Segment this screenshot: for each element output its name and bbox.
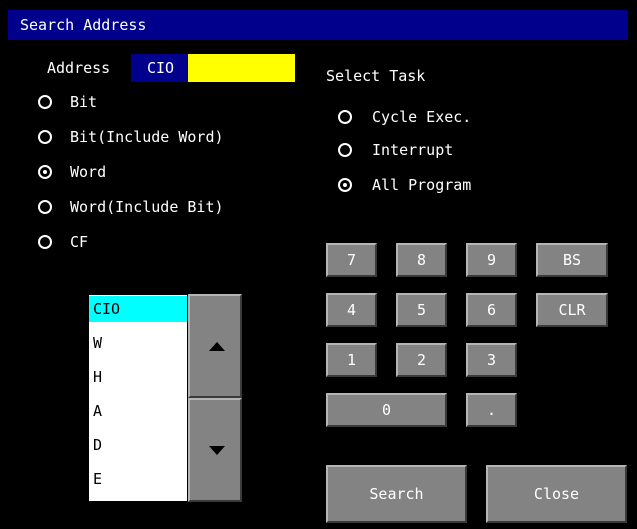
decimal-point-button[interactable]: . — [466, 393, 517, 427]
key-2-button[interactable]: 2 — [396, 343, 447, 377]
address-area-indicator: CIO — [131, 54, 188, 82]
scroll-up-button[interactable] — [188, 294, 242, 398]
list-item-cio[interactable]: CIO — [89, 296, 187, 322]
mode-label-word: Word — [70, 163, 107, 181]
dialog-title: Search Address — [8, 10, 628, 40]
backspace-button[interactable]: BS — [536, 243, 608, 277]
search-button[interactable]: Search — [326, 465, 467, 523]
mode-label-cf: CF — [70, 233, 89, 251]
area-list-scrollbar — [188, 294, 242, 502]
radio-interrupt[interactable] — [338, 143, 352, 157]
radio-all-program[interactable] — [338, 178, 352, 192]
close-button[interactable]: Close — [486, 465, 627, 523]
select-task-label: Select Task — [326, 67, 426, 85]
triangle-up-icon — [209, 342, 225, 351]
list-item-e[interactable]: E — [89, 466, 187, 492]
radio-bit[interactable] — [38, 95, 52, 109]
scroll-down-button[interactable] — [188, 398, 242, 502]
address-input[interactable] — [188, 54, 295, 82]
key-3-button[interactable]: 3 — [466, 343, 517, 377]
triangle-down-icon — [209, 446, 225, 455]
address-label: Address — [47, 59, 111, 77]
key-4-button[interactable]: 4 — [326, 293, 377, 327]
key-9-button[interactable]: 9 — [466, 243, 517, 277]
mode-label-bit-include-word: Bit(Include Word) — [70, 128, 224, 146]
search-address-dialog: Search Address Address CIO Bit Bit(Inclu… — [0, 0, 637, 529]
key-7-button[interactable]: 7 — [326, 243, 377, 277]
key-8-button[interactable]: 8 — [396, 243, 447, 277]
task-label-cycle-exec: Cycle Exec. — [372, 108, 472, 126]
radio-word[interactable] — [38, 165, 52, 179]
radio-cycle-exec[interactable] — [338, 110, 352, 124]
clear-button[interactable]: CLR — [536, 293, 608, 327]
key-0-button[interactable]: 0 — [326, 393, 447, 427]
radio-bit-include-word[interactable] — [38, 130, 52, 144]
task-label-all-program: All Program — [372, 176, 472, 194]
list-item-w[interactable]: W — [89, 330, 187, 356]
task-label-interrupt: Interrupt — [372, 141, 454, 159]
key-1-button[interactable]: 1 — [326, 343, 377, 377]
list-item-d[interactable]: D — [89, 432, 187, 458]
radio-word-include-bit[interactable] — [38, 200, 52, 214]
list-item-a[interactable]: A — [89, 398, 187, 424]
dialog-body: Address CIO Bit Bit(Include Word) Word W… — [8, 40, 628, 525]
radio-cf[interactable] — [38, 235, 52, 249]
area-list[interactable]: CIO W H A D E — [88, 294, 188, 502]
mode-label-bit: Bit — [70, 93, 98, 111]
key-5-button[interactable]: 5 — [396, 293, 447, 327]
mode-label-word-include-bit: Word(Include Bit) — [70, 198, 224, 216]
list-item-h[interactable]: H — [89, 364, 187, 390]
key-6-button[interactable]: 6 — [466, 293, 517, 327]
